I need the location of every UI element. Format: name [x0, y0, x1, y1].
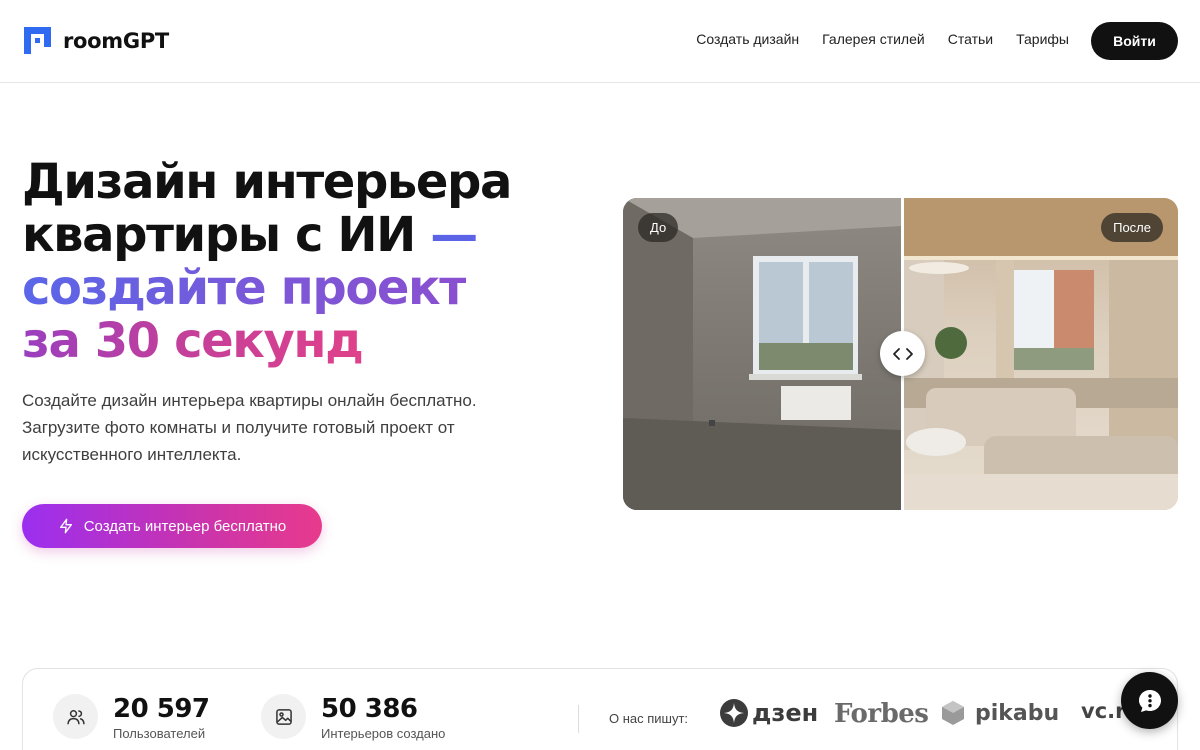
press-pikabu-text: pikabu [975, 700, 1060, 726]
hero-subtitle: Создайте дизайн интерьера квартиры онлай… [22, 391, 477, 464]
stat-interiors: 50 386 Интерьеров создано [261, 694, 445, 741]
brand-logo[interactable]: roomGPT [22, 25, 169, 56]
chat-button[interactable] [1121, 672, 1178, 729]
hero-title-line-4-wrap: за 30 секунд [22, 315, 542, 368]
site-header: roomGPT Создать дизайн Галерея стилей Ст… [0, 0, 1200, 83]
hero-title-line-4: за 30 секунд [22, 313, 364, 369]
nav-style-gallery[interactable]: Галерея стилей [822, 31, 925, 47]
chat-dots-icon [1138, 689, 1161, 712]
pikabu-logo-icon [942, 701, 964, 725]
create-interior-button[interactable]: Создать интерьер бесплатно [22, 504, 322, 548]
stat-interiors-text: 50 386 Интерьеров создано [321, 694, 445, 741]
after-image: После [904, 198, 1178, 510]
nav-create-design[interactable]: Создать дизайн [696, 31, 799, 47]
stat-interiors-value: 50 386 [321, 694, 418, 724]
stat-users: 20 597 Пользователей [53, 694, 210, 741]
stat-users-label: Пользователей [113, 726, 206, 741]
hero-title-line-2-text: квартиры с ИИ [22, 207, 416, 263]
hero-title-dash: — [430, 207, 478, 263]
brand-name: roomGPT [63, 28, 169, 53]
press-dzen-logo[interactable]: дзен [720, 699, 818, 727]
hero-title-line-1: Дизайн интерьера [22, 154, 512, 210]
create-interior-label: Создать интерьер бесплатно [83, 517, 287, 535]
unfinished-room-illustration [623, 198, 901, 510]
before-after-slider[interactable]: До После [623, 198, 1178, 510]
stats-bar: 20 597 Пользователей 50 386 Интерьеров с… [22, 668, 1178, 750]
users-icon [53, 694, 98, 739]
before-tag: До [638, 213, 679, 242]
hero-title: Дизайн интерьера квартиры с ИИ — создайт… [22, 156, 542, 368]
before-image: До [623, 198, 901, 510]
dzen-star-icon [720, 699, 748, 727]
press-forbes-logo[interactable]: Forbes [834, 699, 929, 729]
stat-users-value: 20 597 [113, 694, 210, 724]
press-forbes-text: Forbes [834, 699, 929, 729]
press-label: О нас пишут: [609, 711, 689, 726]
stat-interiors-label: Интерьеров создано [321, 726, 446, 741]
hero-title-line-3-wrap: создайте проект [22, 262, 542, 315]
after-tag: После [1101, 213, 1163, 242]
image-icon [261, 694, 306, 739]
lightning-icon [59, 518, 72, 534]
hero-title-line-3: создайте проект [22, 260, 467, 316]
main-nav: Создать дизайн Галерея стилей Статьи Тар… [696, 31, 1069, 47]
press-pikabu-logo[interactable]: pikabu [939, 699, 1059, 727]
login-button[interactable]: Войти [1091, 22, 1178, 60]
hero-title-line-2: квартиры с ИИ — [22, 209, 542, 262]
logo-mark-icon [24, 27, 51, 54]
nav-pricing[interactable]: Тарифы [1016, 31, 1069, 47]
designed-room-illustration [904, 198, 1178, 510]
nav-articles[interactable]: Статьи [948, 31, 993, 47]
press-dzen-text: дзен [752, 699, 819, 727]
stat-users-text: 20 597 Пользователей [113, 694, 210, 741]
arrows-left-right-icon [892, 347, 913, 360]
compare-handle[interactable] [880, 331, 925, 376]
stats-separator [578, 705, 579, 733]
